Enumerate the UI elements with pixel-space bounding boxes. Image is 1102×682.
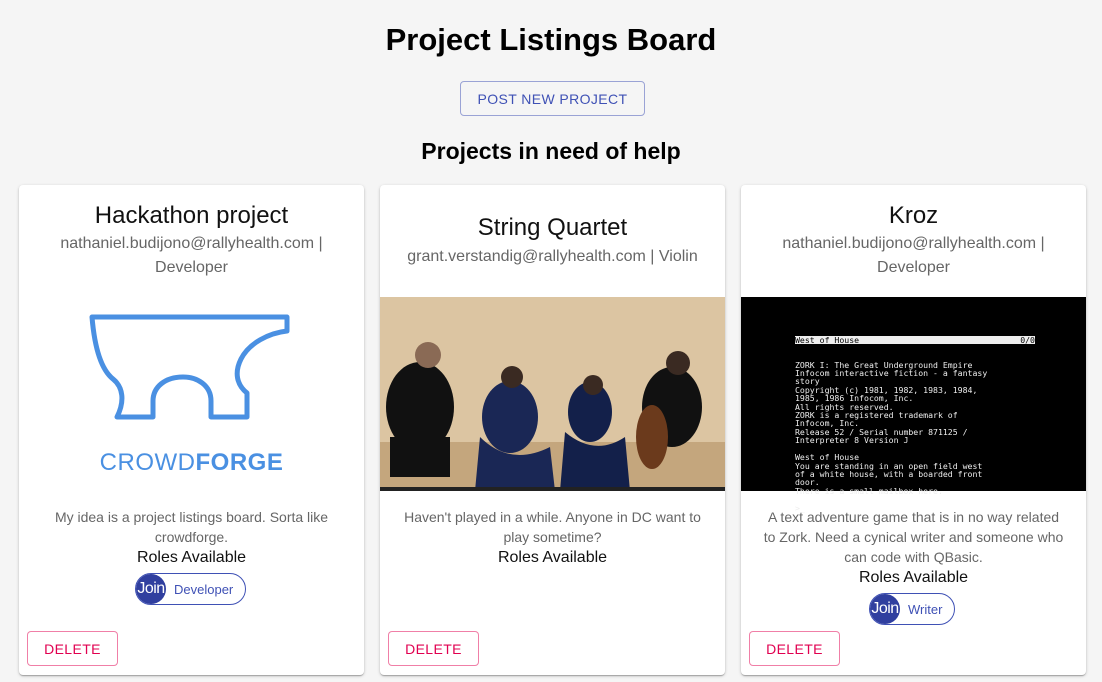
terminal-line: Infocom interactive fiction - a fantasy <box>795 368 988 379</box>
post-new-project-button[interactable]: POST NEW PROJECT <box>460 81 645 116</box>
logo-text-bold: FORGE <box>195 449 284 476</box>
quartet-photo-image <box>380 297 725 491</box>
card-title: Kroz <box>888 202 939 229</box>
delete-button[interactable]: DELETE <box>27 631 118 666</box>
roles-available-label: Roles Available <box>136 549 247 566</box>
page-title: Project Listings Board <box>385 22 717 57</box>
project-card: String Quartet grant.verstandig@rallyhea… <box>380 185 725 675</box>
terminal-line: Interpreter 8 Version J <box>795 435 909 446</box>
roles-available-label: Roles Available <box>497 549 608 566</box>
project-card: Kroz nathaniel.budijono@rallyhealth.com … <box>741 185 1086 675</box>
card-header: Kroz nathaniel.budijono@rallyhealth.com … <box>741 185 1086 280</box>
card-media-photo <box>380 297 725 491</box>
role-name: Developer <box>174 581 234 597</box>
card-description: A text adventure game that is in no way … <box>763 509 1064 565</box>
join-avatar[interactable]: Join <box>870 594 900 624</box>
logo-text-light: CROWD <box>99 449 196 476</box>
status-score: 0/0 <box>1020 334 1035 345</box>
card-contact: grant.verstandig@rallyhealth.com | Violi… <box>407 248 698 265</box>
project-card: Hackathon project nathaniel.budijono@ral… <box>19 185 364 675</box>
delete-button[interactable]: DELETE <box>388 631 479 666</box>
delete-button[interactable]: DELETE <box>749 631 840 666</box>
terminal-line: There is a small mailbox here. <box>795 485 943 496</box>
card-header: String Quartet grant.verstandig@rallyhea… <box>380 185 725 269</box>
card-title: String Quartet <box>477 214 628 241</box>
crowdforge-logo-text: CROWDFORGE <box>19 449 364 477</box>
role-chip-developer[interactable]: Join Developer <box>135 573 247 605</box>
roles-available-label: Roles Available <box>858 569 969 586</box>
card-contact: nathaniel.budijono@rallyhealth.com | Dev… <box>782 235 1045 276</box>
role-chip-writer[interactable]: Join Writer <box>869 593 956 625</box>
card-title: Hackathon project <box>94 202 289 229</box>
join-avatar[interactable]: Join <box>136 574 166 604</box>
card-header: Hackathon project nathaniel.budijono@ral… <box>19 185 364 280</box>
terminal-status-bar: West of House 0/0 <box>795 334 1035 345</box>
card-description: Haven't played in a while. Anyone in DC … <box>404 509 701 545</box>
card-contact: nathaniel.budijono@rallyhealth.com | Dev… <box>60 235 323 276</box>
role-name: Writer <box>908 601 943 617</box>
card-media-logo: CROWDFORGE <box>19 297 364 491</box>
terminal-screen: West of House 0/0 ZORK I: The Great Under… <box>795 319 1035 529</box>
card-media-terminal: West of House 0/0 ZORK I: The Great Under… <box>741 297 1086 512</box>
page: Project Listings Board POST NEW PROJECT … <box>0 0 1102 682</box>
card-description: My idea is a project listings board. Sor… <box>54 509 329 545</box>
terminal-lines: ZORK I: The Great Underground Empire Info… <box>795 360 1035 512</box>
terminal-line: of a white house, with a boarded front <box>795 468 983 479</box>
section-title: Projects in need of help <box>421 138 681 164</box>
status-location: West of House <box>795 334 860 345</box>
